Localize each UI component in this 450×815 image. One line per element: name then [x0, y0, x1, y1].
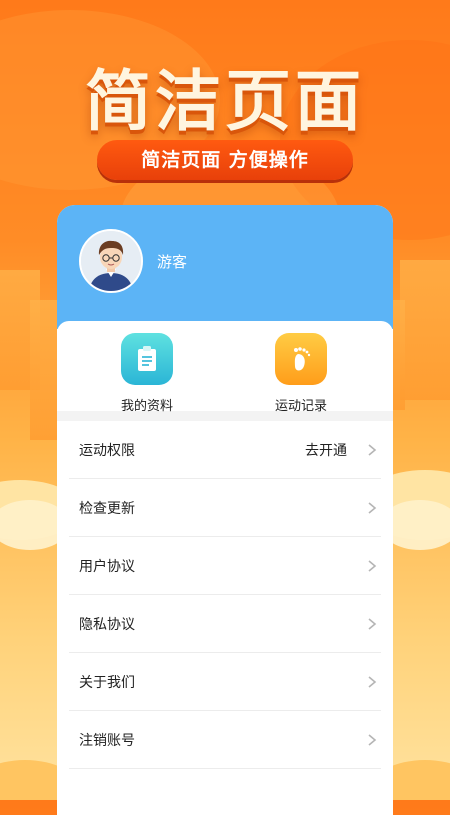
menu-item-check-update[interactable]: 检查更新: [69, 479, 381, 537]
chevron-right-icon: [368, 501, 377, 514]
menu-item-label: 运动权限: [79, 442, 135, 459]
chevron-right-icon: [368, 443, 377, 456]
menu-item-label: 注销账号: [79, 732, 135, 749]
settings-menu: 运动权限 去开通 检查更新 用户协议 隐私协议 关于我们 注销账号: [57, 421, 393, 769]
menu-item-user-agreement[interactable]: 用户协议: [69, 537, 381, 595]
menu-item-about-us[interactable]: 关于我们: [69, 653, 381, 711]
chevron-right-icon: [368, 559, 377, 572]
background-building: [400, 260, 450, 400]
banner-title: 简洁页面: [85, 63, 365, 140]
shortcut-label: 我的资料: [120, 399, 173, 414]
menu-item-label: 用户协议: [79, 558, 135, 575]
chevron-right-icon: [368, 617, 377, 630]
menu-item-label: 关于我们: [79, 674, 135, 691]
shortcut-my-profile[interactable]: 我的资料: [97, 333, 197, 414]
shortcut-label: 运动记录: [274, 399, 327, 414]
banner-subtitle: 简洁页面 方便操作: [97, 140, 353, 180]
activate-link[interactable]: 去开通: [305, 440, 347, 460]
background-building: [30, 300, 60, 440]
clipboard-icon: [121, 333, 173, 385]
chevron-right-icon: [368, 733, 377, 746]
menu-item-label: 隐私协议: [79, 616, 135, 633]
username-label[interactable]: 游客: [157, 251, 187, 272]
shortcut-exercise-record[interactable]: 运动记录: [251, 333, 351, 414]
menu-item-label: 检查更新: [79, 500, 135, 517]
menu-item-delete-account[interactable]: 注销账号: [69, 711, 381, 769]
profile-header: 游客: [57, 205, 393, 329]
menu-item-privacy-agreement[interactable]: 隐私协议: [69, 595, 381, 653]
menu-item-exercise-permission[interactable]: 运动权限 去开通: [69, 421, 381, 479]
profile-card: 游客 我的资料 运动记录 运动权限 去开通 检查更新 用户协议 隐私协议 关于我…: [57, 205, 393, 815]
user-avatar-icon[interactable]: [79, 229, 143, 293]
footprint-icon: [275, 333, 327, 385]
chevron-right-icon: [368, 675, 377, 688]
shortcut-panel: 我的资料 运动记录: [57, 321, 393, 414]
